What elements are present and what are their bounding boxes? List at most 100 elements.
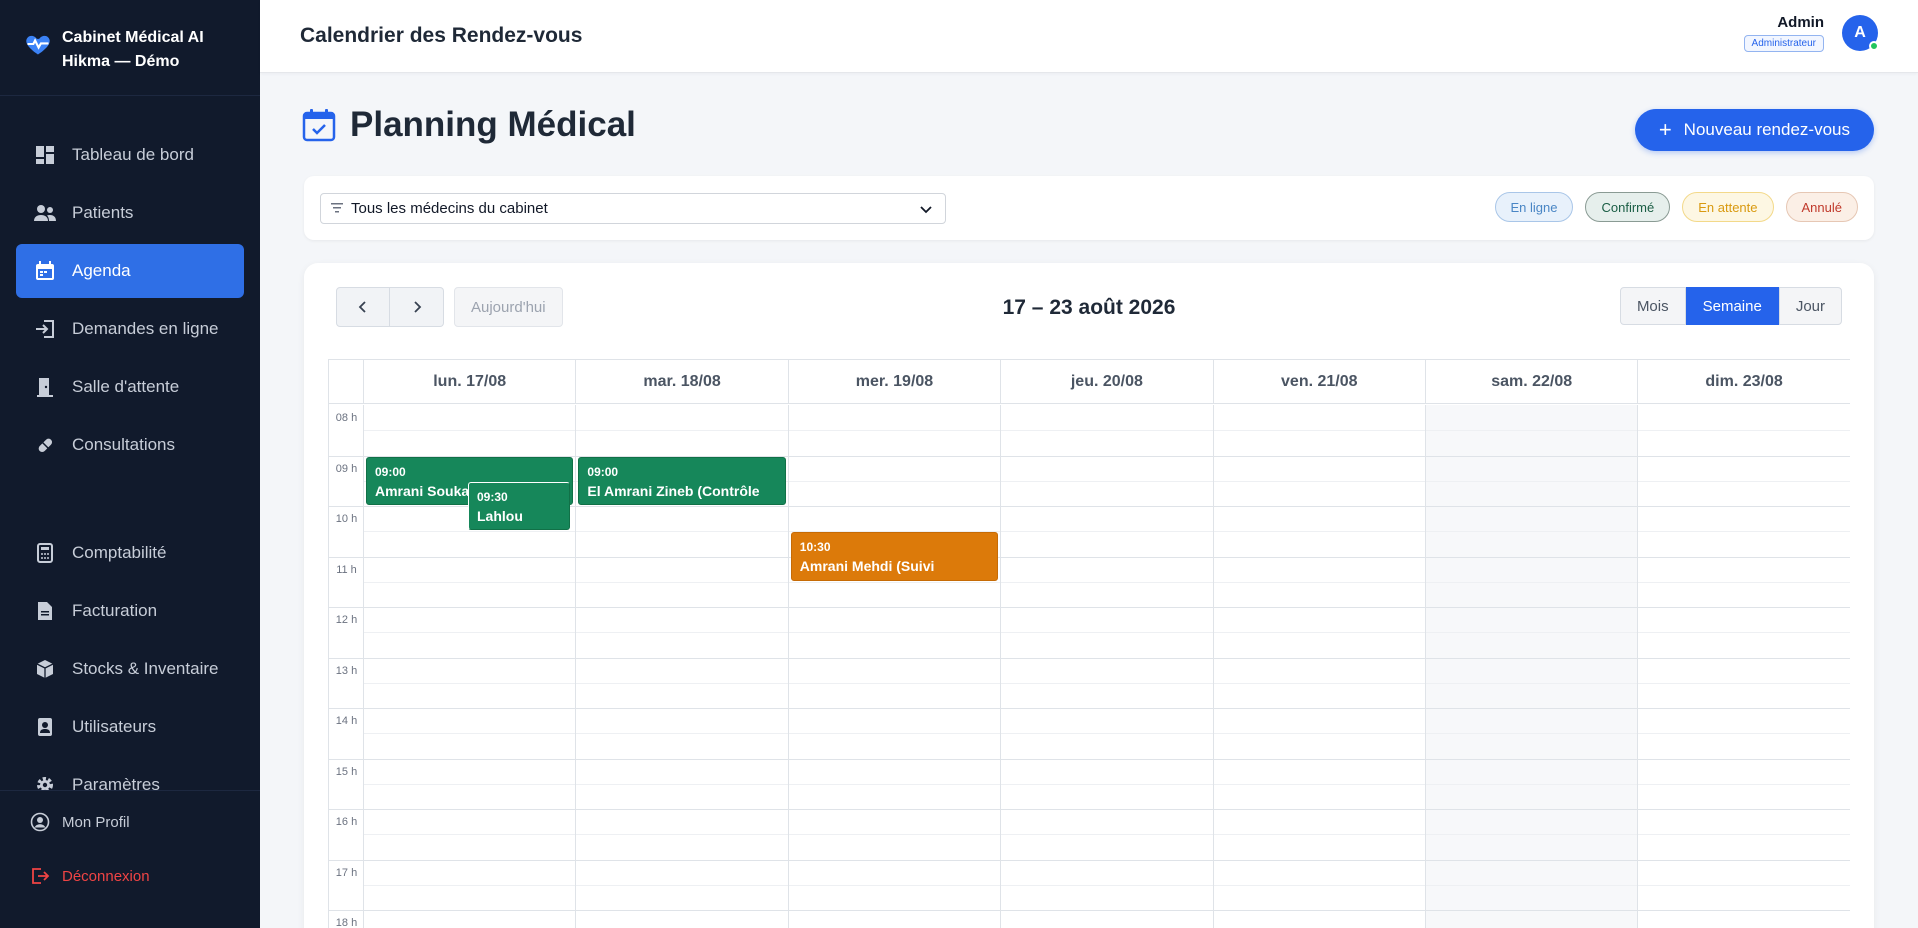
day-header: sam. 22/08 bbox=[1426, 360, 1639, 404]
calculator-icon bbox=[34, 542, 56, 564]
sidebar-item-agenda[interactable]: Agenda bbox=[16, 244, 244, 298]
sidebar-item-label: Patients bbox=[72, 203, 134, 222]
half-hour-line bbox=[364, 682, 1850, 684]
sidebar-item-label: Utilisateurs bbox=[72, 717, 157, 736]
day-column-line bbox=[575, 405, 577, 928]
heart-pulse-icon bbox=[26, 35, 50, 55]
half-hour-line bbox=[364, 531, 1850, 533]
user-name: Admin bbox=[1777, 14, 1824, 31]
day-header: jeu. 20/08 bbox=[1001, 360, 1214, 404]
box-icon bbox=[34, 658, 56, 680]
hour-label: 13 h bbox=[335, 664, 358, 677]
login-icon bbox=[34, 318, 56, 340]
view-day-button[interactable]: Jour bbox=[1778, 287, 1842, 325]
doctor-select[interactable]: Tous les médecins du cabinet bbox=[320, 193, 946, 224]
hour-label: 16 h bbox=[335, 816, 358, 828]
filter-icon bbox=[331, 202, 343, 216]
profile-label: Mon Profil bbox=[62, 813, 130, 831]
legend-cancelled: Annulé bbox=[1785, 192, 1858, 222]
logout-icon bbox=[32, 868, 50, 884]
event-time: 09:30 bbox=[477, 489, 508, 504]
sidebar-item-consultations[interactable]: Consultations bbox=[16, 418, 244, 472]
avatar[interactable]: A bbox=[1842, 15, 1879, 51]
avatar-initial: A bbox=[1854, 24, 1866, 41]
sidebar-item-waiting-room[interactable]: Salle d'attente bbox=[16, 360, 244, 414]
hour-line bbox=[329, 556, 1850, 558]
invoice-icon bbox=[34, 600, 56, 622]
event-title: Lahlou bbox=[477, 507, 523, 524]
day-column-line bbox=[1000, 405, 1002, 928]
filter-bar: Tous les médecins du cabinet En ligne Co… bbox=[304, 176, 1874, 240]
brand-name-line2: Hikma — Démo bbox=[62, 53, 180, 70]
user-menu[interactable]: Admin Administrateur A bbox=[1743, 14, 1879, 52]
sidebar-item-label: Comptabilité bbox=[72, 543, 167, 562]
view-month-button[interactable]: Mois bbox=[1619, 287, 1686, 325]
top-bar: Calendrier des Rendez-vous Admin Adminis… bbox=[260, 0, 1918, 73]
user-circle-icon bbox=[30, 812, 50, 832]
day-column-line bbox=[1425, 405, 1426, 928]
page-heading: Planning Médical bbox=[302, 105, 636, 145]
logout-button[interactable]: Déconnexion bbox=[0, 849, 260, 903]
hour-label: 18 h bbox=[335, 917, 358, 928]
day-column-line bbox=[363, 405, 364, 928]
sidebar-footer: Mon Profil Déconnexion bbox=[0, 790, 260, 928]
appointment-event[interactable]: 09:00 El Amrani Zineb (Contrôle bbox=[578, 456, 786, 505]
appointment-event[interactable]: 09:30 Lahlou bbox=[468, 481, 570, 531]
hour-label: 15 h bbox=[335, 765, 358, 778]
legend-confirmed: Confirmé bbox=[1585, 192, 1671, 222]
sidebar-item-online-requests[interactable]: Demandes en ligne bbox=[16, 302, 244, 356]
view-week-button[interactable]: Semaine bbox=[1685, 287, 1779, 325]
online-status-dot bbox=[1869, 41, 1879, 51]
sidebar-item-accounting[interactable]: Comptabilité bbox=[16, 526, 244, 580]
day-column-line bbox=[1637, 405, 1639, 928]
plus-icon: + bbox=[1658, 117, 1672, 142]
weekend-shade bbox=[1426, 405, 1639, 928]
sidebar-item-label: Facturation bbox=[72, 601, 158, 620]
hour-line bbox=[329, 657, 1850, 659]
main-content: Planning Médical + Nouveau rendez-vous T… bbox=[260, 73, 1918, 928]
hour-label: 17 h bbox=[335, 866, 358, 879]
sidebar-item-dashboard[interactable]: Tableau de bord bbox=[16, 128, 244, 182]
hour-label: 08 h bbox=[335, 412, 358, 424]
users-icon bbox=[34, 202, 56, 224]
user-role-badge: Administrateur bbox=[1743, 35, 1824, 52]
event-time: 09:00 bbox=[587, 464, 619, 479]
time-grid[interactable]: 08 h 09 h 10 h 11 h 12 h 13 h 14 h 15 h 16 h 17 h… bbox=[329, 405, 1850, 928]
view-switcher: Mois Semaine Jour bbox=[1619, 287, 1842, 325]
new-appointment-button[interactable]: + Nouveau rendez-vous bbox=[1634, 109, 1874, 151]
status-legend: En ligne Confirmé En attente Annulé bbox=[1483, 192, 1858, 222]
day-header: mar. 18/08 bbox=[576, 360, 789, 404]
hour-line bbox=[329, 859, 1850, 861]
header-title: Calendrier des Rendez-vous bbox=[300, 24, 583, 47]
chevron-down-icon bbox=[920, 206, 932, 214]
sidebar-item-patients[interactable]: Patients bbox=[16, 186, 244, 240]
profile-link[interactable]: Mon Profil bbox=[0, 795, 260, 849]
event-title: Amrani Mehdi (Suivi bbox=[799, 558, 935, 575]
hour-label: 12 h bbox=[335, 614, 358, 626]
dashboard-icon bbox=[34, 144, 56, 166]
day-header: dim. 23/08 bbox=[1638, 360, 1850, 404]
day-column-line bbox=[1212, 405, 1214, 928]
hour-label: 11 h bbox=[336, 563, 357, 576]
brand-name-line1: Cabinet Médical AI bbox=[62, 29, 204, 46]
sidebar-item-label: Consultations bbox=[72, 435, 176, 454]
door-icon bbox=[34, 376, 56, 398]
appointment-event[interactable]: 10:30 Amrani Mehdi (Suivi bbox=[790, 532, 999, 581]
hour-label: 09 h bbox=[335, 462, 358, 475]
pill-icon bbox=[34, 434, 56, 456]
calendar-check-icon bbox=[302, 109, 336, 142]
brand[interactable]: Cabinet Médical AI Hikma — Démo bbox=[0, 0, 260, 96]
sidebar-item-label: Agenda bbox=[72, 261, 131, 280]
sidebar-item-stocks[interactable]: Stocks & Inventaire bbox=[16, 642, 244, 696]
event-time: 09:00 bbox=[375, 464, 406, 479]
day-header: mer. 19/08 bbox=[789, 360, 1002, 404]
sidebar-item-billing[interactable]: Facturation bbox=[16, 584, 244, 638]
sidebar-item-label: Tableau de bord bbox=[72, 145, 194, 164]
legend-pending: En attente bbox=[1682, 192, 1774, 222]
hour-label: 14 h bbox=[335, 715, 358, 727]
sidebar-item-users[interactable]: Utilisateurs bbox=[16, 700, 244, 754]
hour-line bbox=[329, 607, 1850, 608]
sidebar-item-label: Salle d'attente bbox=[72, 377, 180, 396]
hour-line bbox=[329, 809, 1850, 810]
sidebar-nav: Tableau de bord Patients Agenda Demandes… bbox=[16, 128, 244, 816]
